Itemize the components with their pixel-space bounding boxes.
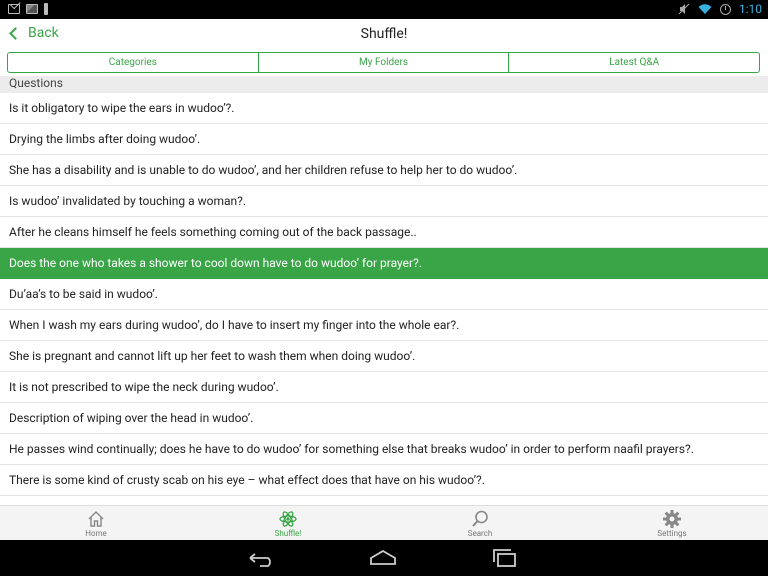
nav-settings-label: Settings [657,529,687,538]
section-header-label: Questions [9,76,63,90]
list-item[interactable]: Du’aa’s to be said in wudoo’. [0,279,768,310]
status-bar: 1:10 [0,0,768,19]
list-item[interactable]: Is wudoo’ invalidated by touching a woma… [0,186,768,217]
nav-home-label: Home [85,529,107,538]
back-arrow-icon[interactable] [246,548,276,568]
list-item[interactable]: She is pregnant and cannot lift up her f… [0,341,768,372]
shuffle-icon [279,511,297,527]
questions-list[interactable]: Is it obligatory to wipe the ears in wud… [0,93,768,505]
list-item[interactable]: He passes wind continually; does he have… [0,434,768,465]
list-item[interactable]: Drying the limbs after doing wudoo’. [0,124,768,155]
usb-icon [44,3,48,15]
mute-icon [678,3,690,15]
action-bar: Back Shuffle! [0,19,768,51]
tab-my-folders[interactable]: My Folders [259,53,510,72]
mail-icon [8,4,20,14]
list-item[interactable]: It is not prescribed to wipe the neck du… [0,372,768,403]
home-button-icon[interactable] [368,548,398,568]
nav-shuffle-label: Shuffle! [274,529,302,538]
list-item[interactable]: Is it obligatory to wipe the ears in wud… [0,93,768,124]
list-item[interactable]: When I wash my ears during wudoo’, do I … [0,310,768,341]
page-title: Shuffle! [360,26,408,42]
bottom-nav: Home Shuffle! Search Settings [0,505,768,540]
system-nav-bar [0,540,768,576]
list-item[interactable]: There is some kind of crusty scab on his… [0,465,768,496]
search-icon [472,510,488,527]
tab-categories[interactable]: Categories [8,53,259,72]
list-item-partial[interactable] [0,496,768,505]
list-item[interactable]: Description of wiping over the head in w… [0,403,768,434]
clock-time: 1:10 [738,2,762,16]
nav-shuffle[interactable]: Shuffle! [192,506,384,540]
gear-icon [663,510,681,528]
segmented-tabs: Categories My Folders Latest Q&A [7,52,760,73]
list-item[interactable]: She has a disability and is unable to do… [0,155,768,186]
alarm-icon [719,3,731,15]
nav-search[interactable]: Search [384,506,576,540]
tab-latest-qa[interactable]: Latest Q&A [509,53,759,72]
nav-settings[interactable]: Settings [576,506,768,540]
nav-search-label: Search [467,529,493,538]
home-icon [88,511,104,527]
list-item-selected[interactable]: Does the one who takes a shower to cool … [0,248,768,279]
nav-home[interactable]: Home [0,506,192,540]
section-header: Questions [0,76,768,93]
list-item[interactable]: After he cleans himself he feels somethi… [0,217,768,248]
system-icons: 1:10 [678,2,762,16]
recent-apps-icon[interactable] [490,548,520,568]
notification-icons [8,3,48,15]
wifi-icon [698,4,712,14]
picture-icon [26,4,38,14]
